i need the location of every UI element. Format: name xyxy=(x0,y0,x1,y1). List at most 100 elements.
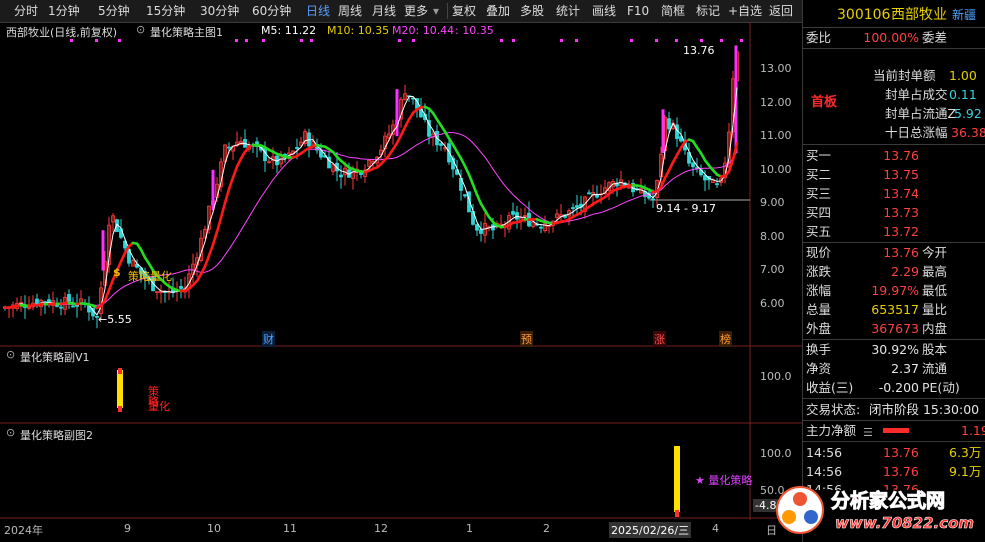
ma10-value: M10: 10.35 xyxy=(327,24,390,37)
bid-price[interactable]: 13.72 xyxy=(853,222,919,241)
date-axis-label: 2 xyxy=(543,522,550,535)
period-tab-5min[interactable]: 5分钟 xyxy=(98,3,130,19)
table-icon[interactable]: ☰ xyxy=(863,423,873,442)
ma5-value: M5: 11.22 xyxy=(261,24,317,37)
trend-line-segment xyxy=(235,157,243,168)
seal-row-value: 36.38 xyxy=(951,125,985,140)
date-axis-label: 9 xyxy=(124,522,131,535)
event-marker-finance[interactable]: 财 xyxy=(262,331,275,347)
back-button[interactable]: 返回 xyxy=(769,3,793,19)
watermark-url: www.70822.com xyxy=(835,514,975,533)
candle-body xyxy=(703,175,707,181)
seal-row-label: 当前封单额 xyxy=(873,68,936,83)
seal-row-value: 5.92 xyxy=(954,106,982,121)
period-tab-60min[interactable]: 60分钟 xyxy=(252,3,291,19)
ma20-value: M20: 10.44 xyxy=(392,24,455,37)
period-tab-monthly[interactable]: 月线 xyxy=(372,3,396,19)
add-watchlist-button[interactable]: +自选 xyxy=(728,3,762,19)
limit-up-bar xyxy=(211,169,215,211)
sub2-label: ★ 量化策略 xyxy=(695,474,753,487)
period-tab-30min[interactable]: 30分钟 xyxy=(200,3,239,19)
quote-label: 现价 xyxy=(806,245,832,260)
stats-button[interactable]: 统计 xyxy=(556,3,580,19)
tick-volume: 6.3万 xyxy=(949,445,982,460)
low-price-annotation: ←5.55 xyxy=(98,313,132,326)
sub1-collapse-icon[interactable]: ⊙ xyxy=(6,348,15,361)
trend-line-segment xyxy=(399,125,407,137)
price-axis-label: 6.00 xyxy=(760,297,785,310)
period-tab-fenshi[interactable]: 分时 xyxy=(14,3,38,19)
f10-button[interactable]: F10 xyxy=(627,3,649,19)
trend-line-segment xyxy=(223,187,231,205)
period-tab-15min[interactable]: 15分钟 xyxy=(146,3,185,19)
trend-line-segment xyxy=(459,157,467,168)
sub1-title[interactable]: 量化策略副V1 xyxy=(20,349,90,365)
quote-value: 2.29 xyxy=(891,264,919,279)
fuquan-button[interactable]: 复权 xyxy=(452,3,476,19)
quote-label: 外盘 xyxy=(806,321,832,336)
period-tab-daily[interactable]: 日线 xyxy=(306,3,330,19)
draw-line-button[interactable]: 画线 xyxy=(592,3,616,19)
signal-dot xyxy=(575,39,578,42)
ma-extra-value: : 10.35 xyxy=(455,24,494,37)
net-inflow-bar xyxy=(883,428,909,433)
mark-button[interactable]: 标记 xyxy=(696,3,720,19)
seal-row-label: 封单占流通Z xyxy=(885,106,957,121)
event-marker-forecast[interactable]: 预 xyxy=(520,331,533,347)
candle-body xyxy=(71,305,75,308)
bid-price[interactable]: 13.75 xyxy=(853,165,919,184)
simple-frame-button[interactable]: 简框 xyxy=(661,3,685,19)
indicator-chevron-icon[interactable]: ⊙ xyxy=(136,23,145,36)
bid-price[interactable]: 13.74 xyxy=(853,184,919,203)
price-axis-label: 8.00 xyxy=(760,230,785,243)
period-tab-1min[interactable]: 1分钟 xyxy=(48,3,80,19)
event-marker-limitup[interactable]: 涨 xyxy=(653,331,666,347)
trend-line-segment xyxy=(227,176,235,191)
event-marker-list[interactable]: 榜 xyxy=(719,331,732,347)
bid-label: 买二 xyxy=(806,167,832,182)
watermark-text: 分析家公式网 xyxy=(830,490,946,513)
bid-price[interactable]: 13.73 xyxy=(853,203,919,222)
stat-label: 换手 xyxy=(806,342,832,357)
candle-body xyxy=(511,211,515,215)
quote-label-2: 量比 xyxy=(922,302,948,317)
sub-chart-2-bars xyxy=(674,446,680,517)
net-inflow-value: 1.19 xyxy=(961,423,985,438)
quote-label: 总量 xyxy=(806,302,832,317)
candle-body xyxy=(651,198,655,201)
signal-dot xyxy=(560,39,563,42)
bid-price[interactable]: 13.76 xyxy=(853,146,919,165)
candle-body xyxy=(539,226,543,229)
signal-dot xyxy=(630,39,633,42)
sub2-title[interactable]: 量化策略副图2 xyxy=(20,427,93,443)
quote-panel: 300106 西部牧业 新疆 委比 100.00% 委差 首板 当前封单额 1.0… xyxy=(802,0,985,542)
sub1-bar-cap xyxy=(118,406,122,412)
bid-label: 买一 xyxy=(806,148,832,163)
toolbar: 分时 1分钟 5分钟 15分钟 30分钟 60分钟 日线 周线 月线 更多 ▾ … xyxy=(0,0,802,23)
sub2-collapse-icon[interactable]: ⊙ xyxy=(6,426,15,439)
stock-region-tag[interactable]: 新疆 xyxy=(952,4,976,26)
stat-label-2: 流通 xyxy=(922,361,948,376)
trend-line-segment xyxy=(475,193,483,205)
quote-label: 涨幅 xyxy=(806,283,832,298)
date-axis-label: 2024年 xyxy=(4,524,43,537)
limit-up-bar xyxy=(395,89,399,137)
period-tab-more[interactable]: 更多 xyxy=(404,3,428,19)
ma-lines xyxy=(3,87,739,316)
main-indicator-name[interactable]: 量化策略主图1 xyxy=(150,24,223,40)
sub-chart-1-bars xyxy=(117,368,123,412)
candle-body xyxy=(715,183,719,186)
signal-dot xyxy=(512,39,515,42)
status-value: 闭市阶段 15:30:00 xyxy=(869,402,980,417)
multi-stock-button[interactable]: 多股 xyxy=(520,3,544,19)
high-price-annotation: 13.76 xyxy=(683,44,715,57)
date-axis-label: 11 xyxy=(283,522,297,535)
trend-line-segment xyxy=(119,251,127,263)
signal-dot xyxy=(262,39,265,42)
overlay-button[interactable]: 叠加 xyxy=(486,3,510,19)
candlesticks xyxy=(3,39,743,329)
period-tab-weekly[interactable]: 周线 xyxy=(338,3,362,19)
stock-code: 300106 xyxy=(837,7,891,23)
status-label: 交易状态: xyxy=(806,402,861,417)
net-inflow-label[interactable]: 主力净额 xyxy=(806,421,856,440)
